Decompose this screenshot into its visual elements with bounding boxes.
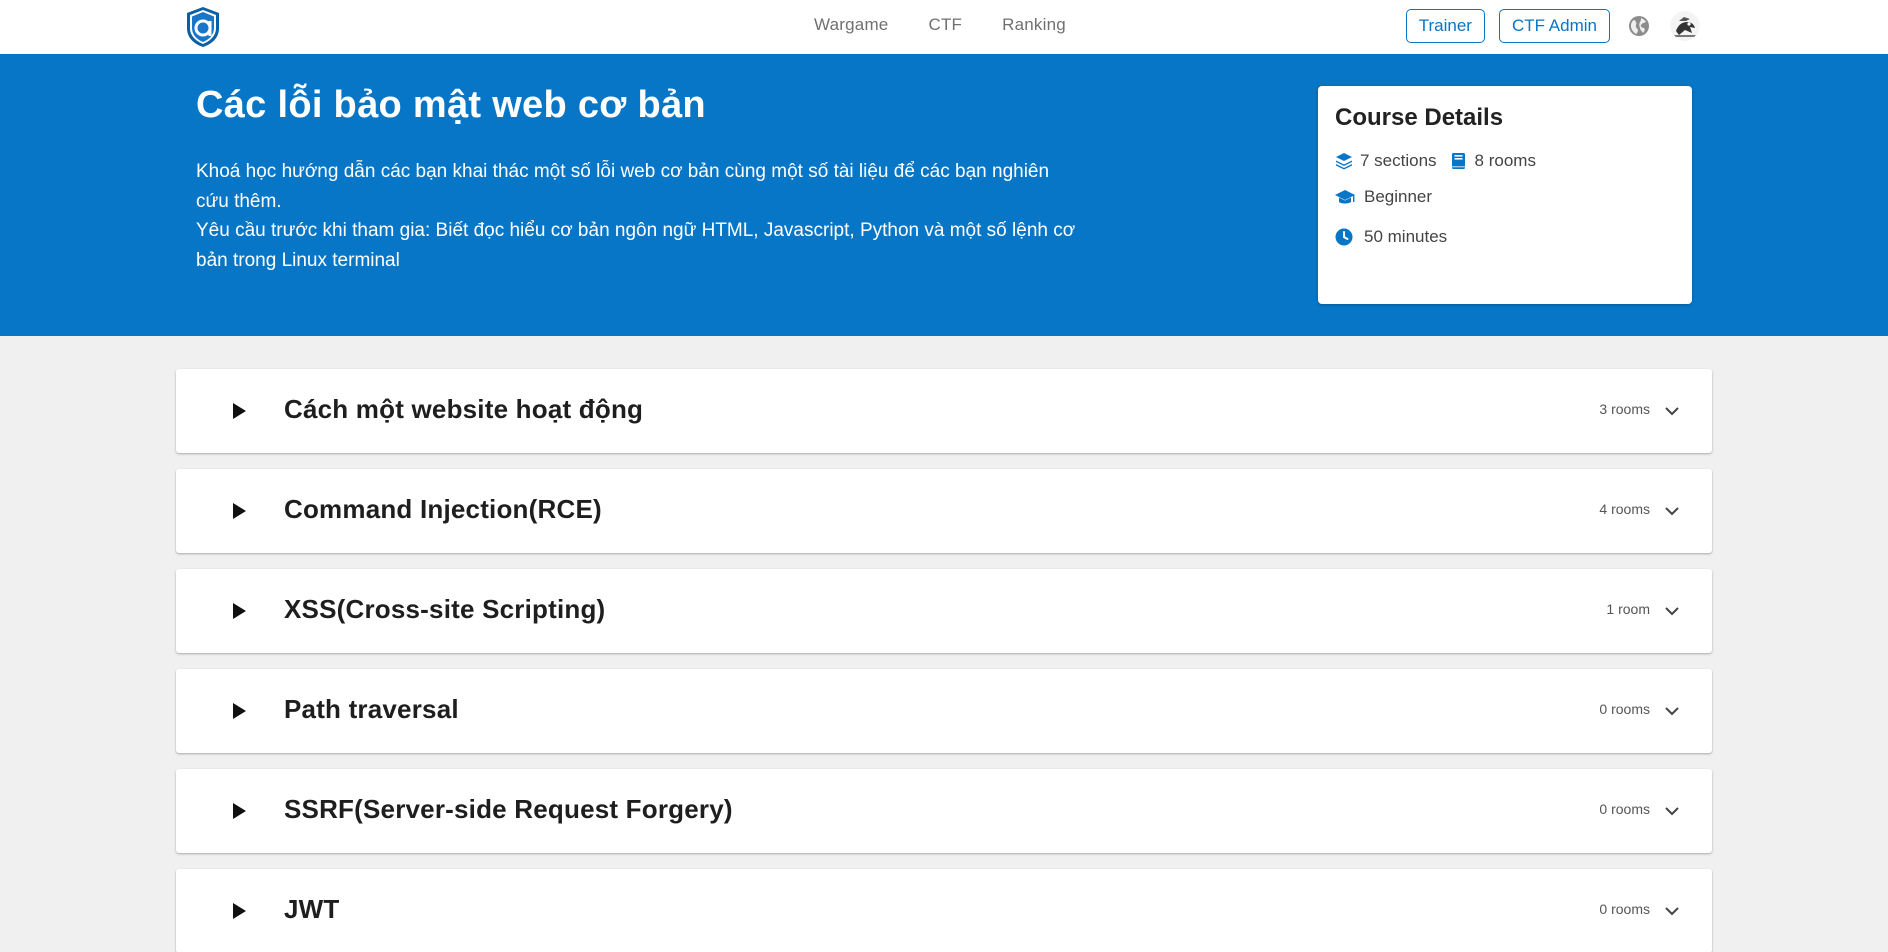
- section-rooms-count: 0 rooms: [1599, 801, 1650, 817]
- nav-right-actions: Trainer CTF Admin: [1405, 9, 1700, 43]
- course-level: Beginner: [1364, 187, 1433, 206]
- language-globe-icon[interactable]: [1628, 15, 1650, 37]
- section-rooms-count: 0 rooms: [1599, 701, 1650, 717]
- chevron-down-icon[interactable]: [1664, 403, 1680, 419]
- ctf-admin-button[interactable]: CTF Admin: [1498, 9, 1610, 43]
- user-avatar[interactable]: [1670, 11, 1700, 41]
- chevron-down-icon[interactable]: [1664, 903, 1680, 919]
- top-navbar: Wargame CTF Ranking Trainer CTF Admin: [0, 0, 1888, 54]
- course-requirements-line: Yêu cầu trước khi tham gia: Biết đọc hiể…: [196, 220, 1076, 271]
- section-item[interactable]: Command Injection(RCE) 4 rooms: [176, 469, 1712, 553]
- section-rooms-count: 3 rooms: [1599, 401, 1650, 417]
- chevron-down-icon[interactable]: [1664, 803, 1680, 819]
- section-item[interactable]: Cách một website hoạt động 3 rooms: [176, 369, 1712, 453]
- section-title: Command Injection(RCE): [284, 494, 602, 524]
- course-details-card: Course Details 7 sections 8 rooms Beginn…: [1318, 86, 1692, 304]
- course-description-line: Khoá học hướng dẫn các bạn khai thác một…: [196, 161, 1050, 212]
- section-title: Path traversal: [284, 694, 459, 724]
- course-title: Các lỗi bảo mật web cơ bản: [196, 84, 706, 126]
- section-rooms-count: 1 room: [1606, 601, 1650, 617]
- nav-link-ctf[interactable]: CTF: [928, 15, 962, 35]
- section-title: SSRF(Server-side Request Forgery): [284, 794, 733, 824]
- rooms-count: 8 rooms: [1474, 151, 1536, 170]
- course-level-row: Beginner: [1334, 187, 1432, 207]
- section-title: Cách một website hoạt động: [284, 394, 644, 424]
- play-icon: [230, 901, 248, 921]
- section-rooms-count: 4 rooms: [1599, 501, 1650, 517]
- section-item[interactable]: JWT 0 rooms: [176, 869, 1712, 952]
- section-title: XSS(Cross-site Scripting): [284, 594, 606, 624]
- clock-icon: [1334, 227, 1354, 247]
- chevron-down-icon[interactable]: [1664, 603, 1680, 619]
- chevron-down-icon[interactable]: [1664, 503, 1680, 519]
- play-icon: [230, 401, 248, 421]
- course-details-title: Course Details: [1335, 104, 1504, 131]
- book-icon: [1449, 151, 1469, 171]
- nav-link-ranking[interactable]: Ranking: [1002, 15, 1066, 35]
- sections-count: 7 sections: [1360, 151, 1437, 170]
- section-item[interactable]: Path traversal 0 rooms: [176, 669, 1712, 753]
- course-duration: 50 minutes: [1364, 227, 1448, 246]
- play-icon: [230, 801, 248, 821]
- play-icon: [230, 701, 248, 721]
- chevron-down-icon[interactable]: [1664, 703, 1680, 719]
- course-stats-row: 7 sections 8 rooms: [1334, 151, 1536, 171]
- section-rooms-count: 0 rooms: [1599, 901, 1650, 917]
- play-icon: [230, 601, 248, 621]
- play-icon: [230, 501, 248, 521]
- main-nav: Wargame CTF Ranking: [814, 15, 1066, 35]
- course-duration-row: 50 minutes: [1334, 227, 1447, 247]
- site-logo-icon[interactable]: [185, 6, 221, 48]
- trainer-button[interactable]: Trainer: [1405, 9, 1485, 43]
- nav-link-wargame[interactable]: Wargame: [814, 15, 888, 35]
- course-description: Khoá học hướng dẫn các bạn khai thác một…: [196, 157, 1076, 275]
- graduation-cap-icon: [1334, 187, 1355, 207]
- layers-icon: [1334, 151, 1354, 171]
- section-title: JWT: [284, 894, 340, 924]
- section-item[interactable]: SSRF(Server-side Request Forgery) 0 room…: [176, 769, 1712, 853]
- section-item[interactable]: XSS(Cross-site Scripting) 1 room: [176, 569, 1712, 653]
